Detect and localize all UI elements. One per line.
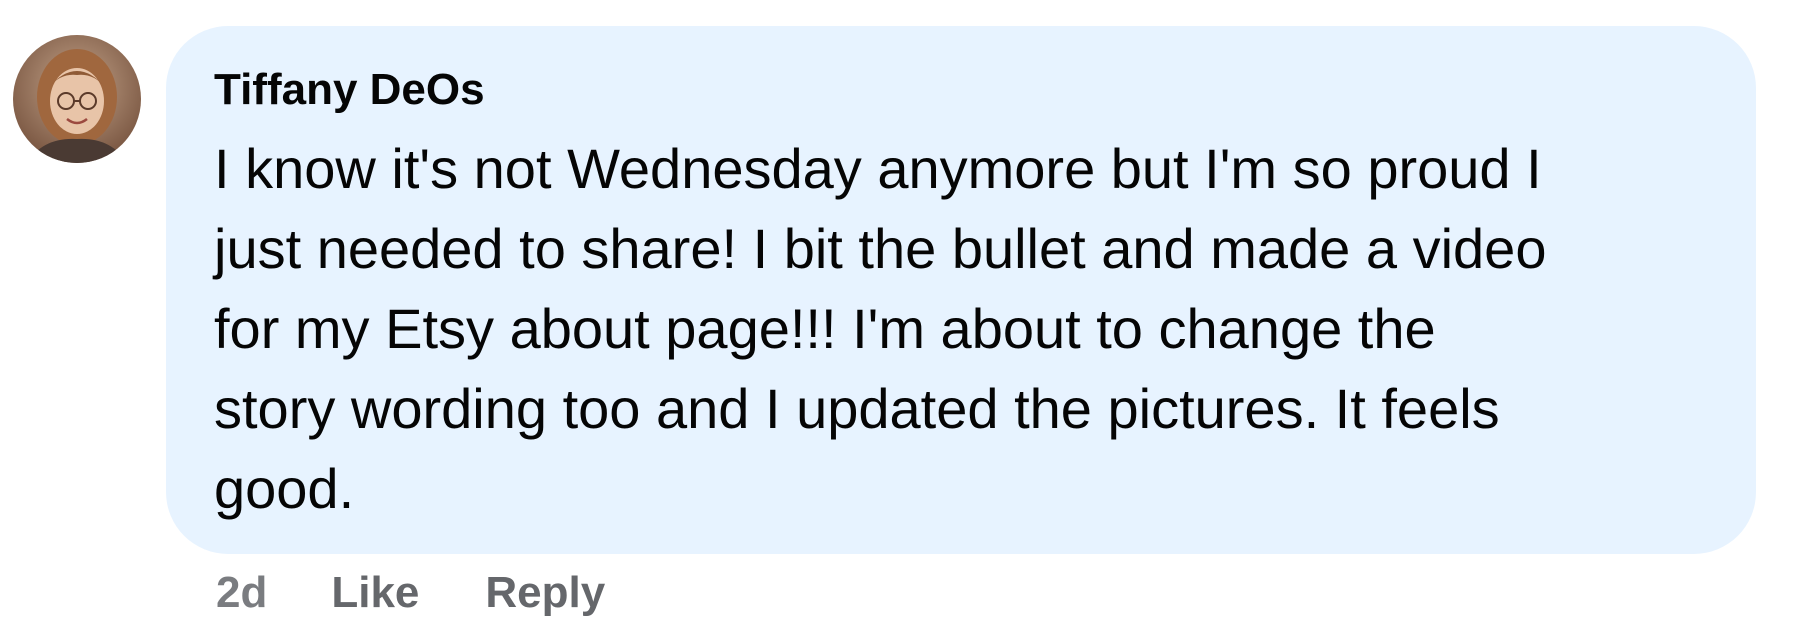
comment-text: I know it's not Wednesday anymore but I'… [214,129,1714,529]
reply-button[interactable]: Reply [485,568,605,618]
comment-timestamp[interactable]: 2d [216,568,267,618]
comment-text-line: just needed to share! I bit the bullet a… [214,217,1547,280]
like-button[interactable]: Like [331,568,419,618]
comment-text-line: story wording too and I updated the pict… [214,377,1500,440]
comment-text-line: for my Etsy about page!!! I'm about to c… [214,297,1436,360]
comment-author-name[interactable]: Tiffany DeOs [214,62,1716,118]
user-photo-icon [13,35,141,163]
comment-text-line: good. [214,457,355,520]
comment-bubble: Tiffany DeOs I know it's not Wednesday a… [166,26,1756,554]
comment-actions: 2d Like Reply [216,568,605,618]
avatar[interactable] [13,35,141,163]
comment-text-line: I know it's not Wednesday anymore but I'… [214,137,1542,200]
